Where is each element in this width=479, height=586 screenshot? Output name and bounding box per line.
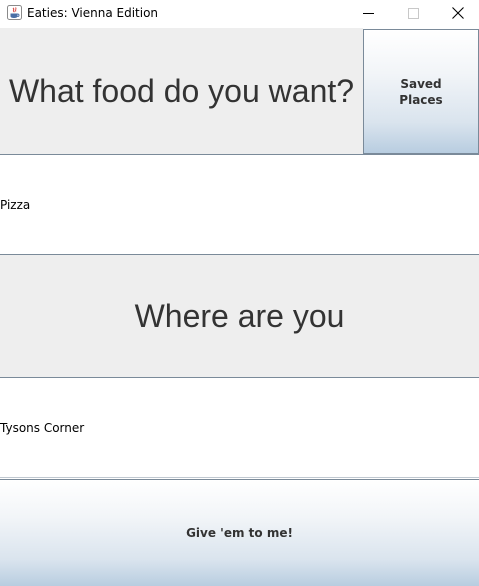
app-window: Eaties: Vienna Edition What food do you … — [0, 0, 479, 586]
maximize-icon — [407, 7, 419, 19]
food-prompt-panel: What food do you want? — [0, 28, 363, 154]
maximize-button[interactable] — [390, 0, 436, 26]
divider — [0, 477, 479, 478]
food-prompt-label: What food do you want? — [8, 72, 355, 109]
close-button[interactable] — [435, 0, 479, 26]
location-input[interactable] — [0, 378, 479, 477]
java-icon — [7, 5, 22, 20]
close-icon — [452, 7, 464, 19]
give-em-to-me-button[interactable]: Give 'em to me! — [0, 479, 479, 586]
location-prompt-panel: Where are you — [0, 255, 479, 377]
minimize-icon — [362, 12, 374, 14]
title-bar[interactable]: Eaties: Vienna Edition — [0, 0, 479, 28]
minimize-button[interactable] — [345, 0, 391, 26]
saved-places-button[interactable]: Saved Places — [363, 29, 479, 154]
location-prompt-label: Where are you — [134, 297, 345, 334]
window-title: Eaties: Vienna Edition — [27, 6, 159, 20]
food-input[interactable] — [0, 155, 479, 254]
